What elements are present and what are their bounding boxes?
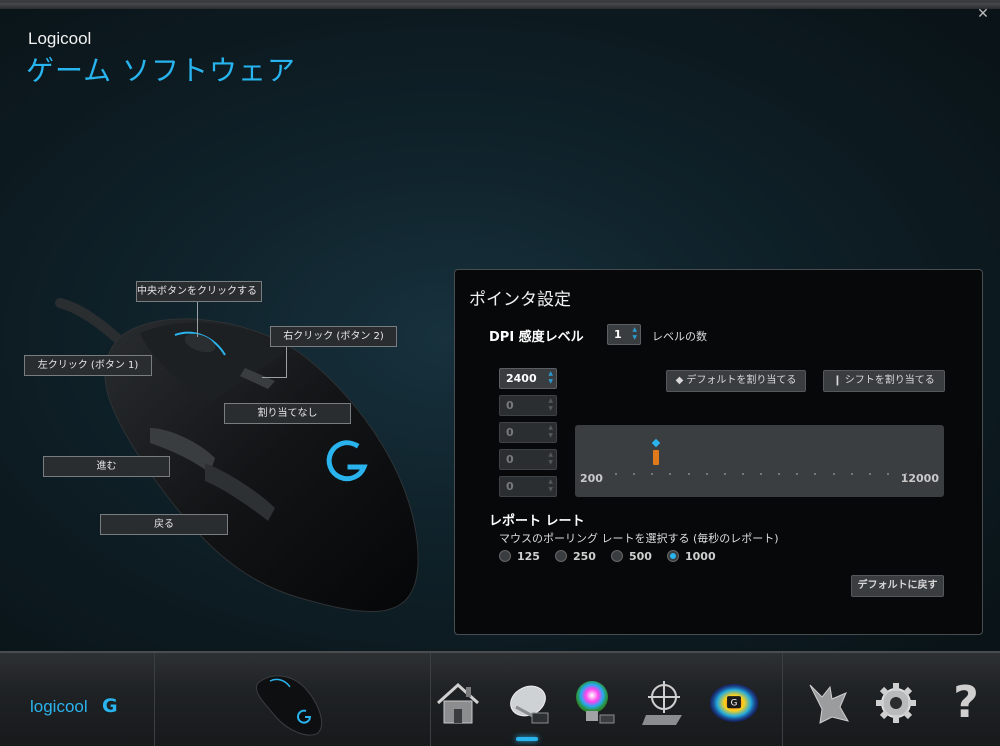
report-rate-125[interactable]: 125 [499,548,555,564]
callout-line-middle [197,301,198,337]
report-rate-250[interactable]: 250 [555,548,611,564]
slider-tick [868,473,871,475]
slider-min-label: 200 [580,472,603,485]
slider-tick [723,473,726,475]
gear-icon[interactable] [870,677,922,729]
stepper-arrows-icon[interactable]: ▲ ▼ [632,326,637,342]
callout-back[interactable]: 戻る [100,514,228,535]
radio-label: 500 [629,549,652,563]
pointer-settings-panel: ポインタ設定 DPI 感度レベル 1 ▲ ▼ レベルの数 2400 ▲ ▼ 0 ▲ ▼… [454,269,983,635]
g-logo-icon: G [102,695,118,717]
dpi-value-5-text: 0 [506,480,514,493]
svg-text:G: G [731,699,738,709]
slider-tick [651,473,654,475]
stepper-arrows-icon[interactable]: ▲ ▼ [548,451,553,467]
callout-left-click[interactable]: 左クリック (ボタン 1) [24,355,152,376]
bottom-nav-bar: logicool G G ? [0,651,1000,746]
report-rate-title: レポート レート [489,514,585,529]
slider-tick [705,473,708,475]
slider-tick [905,473,907,475]
callout-right-click[interactable]: 右クリック (ボタン 2) [270,326,397,347]
dpi-value-2[interactable]: 0 ▲ ▼ [499,395,557,416]
slider-handle[interactable] [653,450,660,465]
slider-tick [850,473,853,475]
app-window: ✕ Logicool ゲーム ソフトウェア 中央ボタンをクリックする 右クリック… [0,0,1000,746]
assign-default-button[interactable]: ◆ デフォルトを割り当てる [666,370,806,392]
slider-tick [687,473,690,475]
dpi-value-4[interactable]: 0 ▲ ▼ [499,449,557,470]
report-rate-500[interactable]: 500 [611,548,667,564]
dpi-value-3[interactable]: 0 ▲ ▼ [499,422,557,443]
radio-label: 250 [573,549,596,563]
divider [154,653,155,746]
active-tab-indicator [516,737,538,741]
mouse-illustration [55,298,419,613]
stepper-arrows-icon[interactable]: ▲ ▼ [548,424,553,440]
radio-indicator[interactable] [667,550,679,562]
slider-tick [814,473,817,475]
levels-label: レベルの数 [652,330,707,343]
divider [430,653,431,746]
dpi-value-2-text: 0 [506,399,514,412]
radio-indicator[interactable] [555,550,567,562]
slider-tick [615,473,617,475]
dpi-value-4-text: 0 [506,453,514,466]
slider-tick [633,473,636,475]
level-count-value: 1 [614,328,622,341]
callout-forward[interactable]: 進む [43,456,170,477]
dpi-value-5[interactable]: 0 ▲ ▼ [499,476,557,497]
report-rate-1000[interactable]: 1000 [667,548,723,564]
callout-middle-click[interactable]: 中央ボタンをクリックする (ボタ [136,281,262,302]
close-button[interactable]: ✕ [976,7,990,21]
restore-defaults-button[interactable]: デフォルトに戻す [851,575,944,597]
radio-label: 125 [517,549,540,563]
report-rate-options: 125 250 500 1000 [499,548,723,564]
arx-control-icon[interactable] [802,677,854,729]
mouse-settings-icon[interactable] [502,677,554,729]
callout-line-right-h [262,377,287,378]
stepper-arrows-icon[interactable]: ▲ ▼ [548,370,553,386]
callout-line-right [286,347,287,377]
pointer-settings-icon[interactable] [638,677,690,729]
report-rate-subtitle: マウスのポーリング レートを選択する (毎秒のレポート) [499,532,779,545]
radio-indicator[interactable] [499,550,511,562]
dpi-level-label: DPI 感度レベル [489,330,584,345]
device-thumbnail-icon[interactable] [248,665,328,741]
help-icon[interactable]: ? [940,677,992,729]
stepper-arrows-icon[interactable]: ▲ ▼ [548,478,553,494]
level-count-stepper[interactable]: 1 ▲ ▼ [607,324,641,345]
slider-tick [886,473,889,475]
slider-tick [796,473,799,475]
dpi-value-1-text: 2400 [506,372,537,385]
lighting-icon[interactable] [568,677,620,729]
slider-tick [832,473,835,475]
home-icon[interactable] [432,677,484,729]
heatmap-icon[interactable]: G [708,677,760,729]
dpi-value-1[interactable]: 2400 ▲ ▼ [499,368,557,389]
panel-title: ポインタ設定 [469,290,571,310]
slider-tick [778,473,781,475]
slider-tick [669,473,672,475]
slider-tick [760,473,762,475]
radio-label: 1000 [685,549,716,563]
dpi-value-3-text: 0 [506,426,514,439]
callout-unassigned[interactable]: 割り当てなし [224,403,351,424]
assign-shift-button[interactable]: ❙ シフトを割り当てる [823,370,945,392]
slider-default-marker [652,438,661,448]
logicool-logo: logicool [30,697,88,716]
divider [782,653,783,746]
dpi-slider[interactable]: 200 12000 [575,425,944,497]
slider-tick [741,473,744,475]
stepper-arrows-icon[interactable]: ▲ ▼ [548,397,553,413]
radio-indicator[interactable] [611,550,623,562]
